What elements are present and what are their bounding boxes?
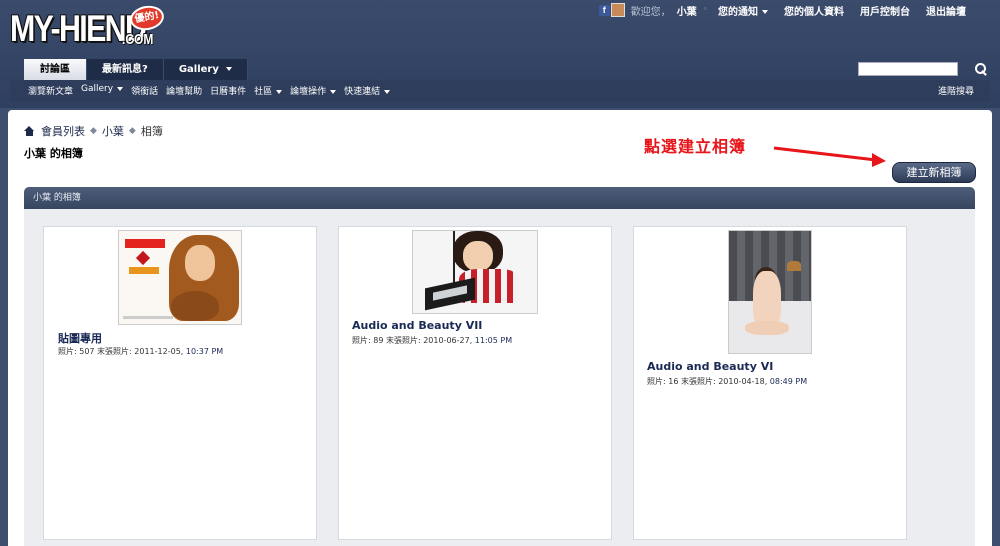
tab-whats-new[interactable]: 最新訊息? [87, 59, 164, 80]
album-meta-text: 照片: 507 末張照片: 2011-12-05, [58, 347, 184, 356]
usercp-link[interactable]: 用戶控制台 [860, 3, 910, 18]
separator-dot: ◦ [702, 5, 708, 15]
breadcrumb-separator-icon: ◆ [90, 126, 97, 136]
subnav-forum-actions[interactable]: 論壇操作 [290, 84, 337, 97]
subnav-quick-links-label: 快速連結 [344, 87, 381, 97]
album-meta-time: 10:37 PM [185, 347, 224, 356]
breadcrumb-separator-icon: ◆ [128, 126, 136, 136]
album-thumbnail[interactable] [118, 230, 242, 325]
annotation-arrow-icon [773, 146, 886, 167]
breadcrumb-user[interactable]: 小葉 [102, 123, 124, 139]
album-thumbnail[interactable] [412, 230, 538, 314]
main-nav-tabs: 討論區 最新訊息? Gallery [24, 59, 248, 80]
album-meta: 照片: 16 末張照片: 2010-04-18, 08:49 PM [647, 376, 807, 387]
album-thumbnail[interactable] [728, 230, 812, 354]
tab-gallery-label: Gallery [178, 64, 219, 75]
subnav-gallery[interactable]: Gallery [81, 84, 124, 97]
annotation-text: 點選建立相簿 [644, 137, 747, 156]
album-meta-time: 08:49 PM [769, 377, 808, 386]
album-title-link[interactable]: Audio and Beauty VII [352, 319, 482, 332]
album-meta: 照片: 89 末張照片: 2010-06-27, 11:05 PM [352, 335, 512, 346]
logo-domain: .COM [122, 31, 154, 48]
album-title-link[interactable]: 貼圖專用 [58, 330, 102, 346]
subnav-help[interactable]: 論壇幫助 [166, 84, 202, 97]
chevron-down-icon [276, 89, 283, 94]
user-topbar: f 歡迎您， 小葉 ◦ 您的通知 您的個人資料 用戶控制台 退出論壇 [598, 2, 966, 18]
breadcrumb-members[interactable]: 會員列表 [41, 123, 85, 139]
chevron-down-icon [330, 89, 337, 94]
album-meta-text: 照片: 89 末張照片: 2010-06-27, [352, 336, 473, 345]
chevron-down-icon [117, 86, 124, 91]
album-meta-time: 11:05 PM [474, 336, 513, 345]
search-icon[interactable] [974, 62, 988, 76]
page-title: 小葉 的相簿 [24, 147, 83, 160]
subnav-calendar[interactable]: 日曆事件 [210, 84, 246, 97]
chevron-down-icon [225, 67, 232, 71]
subnav-gallery-label: Gallery [81, 84, 114, 94]
subnav-leaders[interactable]: 領銜話 [131, 84, 158, 97]
logout-link[interactable]: 退出論壇 [926, 3, 966, 18]
subnav-new-posts[interactable]: 瀏覽新文章 [28, 84, 73, 97]
album-title-link[interactable]: Audio and Beauty VI [647, 360, 773, 373]
username-link[interactable]: 小葉 [677, 3, 697, 18]
notifications-label: 您的通知 [718, 6, 758, 18]
album-meta-text: 照片: 16 末張照片: 2010-04-18, [647, 377, 768, 386]
section-header: 小葉 的相簿 [24, 187, 975, 209]
breadcrumb: 會員列表 ◆ 小葉 ◆ 相簿 [24, 123, 163, 139]
album-meta: 照片: 507 末張照片: 2011-12-05, 10:37 PM [58, 346, 223, 357]
avatar[interactable] [610, 3, 625, 17]
subnav-quick-links[interactable]: 快速連結 [344, 84, 391, 97]
create-album-button[interactable]: 建立新相簿 [892, 162, 976, 183]
chevron-down-icon [384, 89, 391, 94]
breadcrumb-current: 相簿 [140, 125, 163, 138]
subnav-community[interactable]: 社區 [254, 84, 283, 97]
chevron-down-icon [762, 9, 768, 14]
subnav-forum-actions-label: 論壇操作 [290, 87, 327, 97]
subnav-community-label: 社區 [254, 87, 273, 97]
profile-link[interactable]: 您的個人資料 [784, 3, 844, 18]
subnav-links: 瀏覽新文章 Gallery 領銜話 論壇幫助 日曆事件 社區 論壇操作 快速連結 [28, 84, 398, 97]
welcome-text: 歡迎您， [630, 6, 671, 18]
search-input[interactable] [858, 62, 958, 76]
advanced-search-link[interactable]: 進階搜尋 [938, 84, 974, 97]
tab-forum[interactable]: 討論區 [24, 59, 87, 80]
notifications-menu[interactable]: 您的通知 [718, 3, 768, 18]
facebook-icon[interactable]: f [598, 4, 610, 16]
home-icon[interactable] [24, 126, 35, 136]
tab-gallery[interactable]: Gallery [163, 59, 248, 80]
